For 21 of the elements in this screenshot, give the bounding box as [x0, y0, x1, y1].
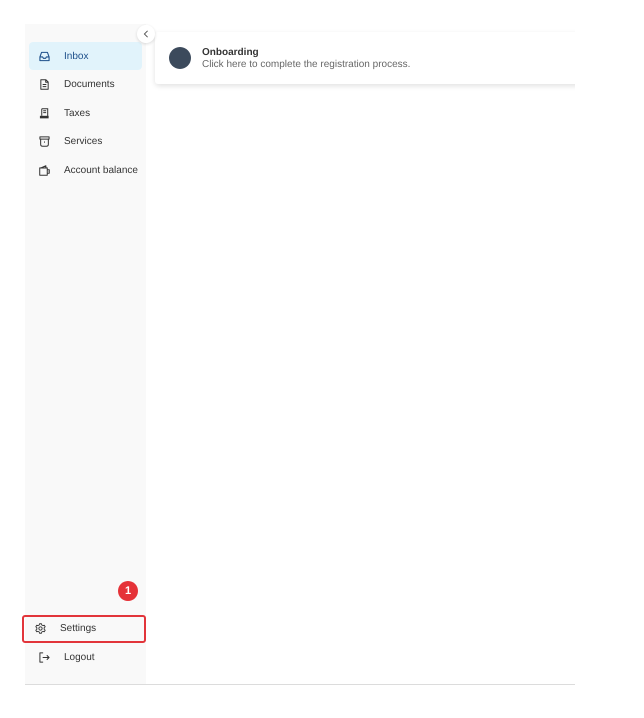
nav-item[interactable]: Taxes	[29, 99, 142, 127]
nav-item[interactable]: Services	[29, 128, 142, 156]
inbox-tray-icon	[39, 50, 50, 62]
avatar-icon	[169, 47, 191, 69]
chevron-left-icon	[142, 29, 150, 39]
wallet-icon	[39, 164, 50, 176]
callout-number: 1	[118, 580, 138, 600]
nav-item[interactable]: Settings	[22, 614, 146, 642]
notification-title: Onboarding	[202, 46, 260, 58]
settings-icon	[35, 623, 46, 634]
nav-item[interactable]: Documents	[29, 70, 142, 98]
nav-item[interactable]: Account balance	[29, 156, 142, 184]
logout-icon	[39, 652, 50, 662]
receipt-icon	[39, 108, 50, 118]
notification-card[interactable]: Onboarding Click here to complete the registration process.	[155, 32, 575, 84]
collapse-button[interactable]	[137, 25, 155, 43]
nav-item[interactable]: Inbox	[29, 42, 142, 70]
notification-text: Click here to complete the registration process.	[202, 58, 410, 70]
box-icon	[39, 136, 50, 147]
document-icon	[39, 79, 50, 90]
nav-item[interactable]: Logout	[29, 643, 142, 671]
